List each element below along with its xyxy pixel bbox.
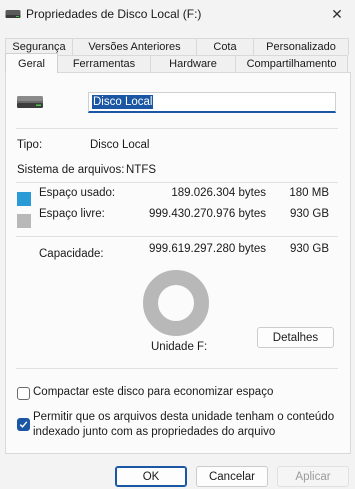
capacity-size: 930 GB: [290, 243, 329, 255]
details-button-label: Detalhes: [272, 331, 319, 344]
tab-hardware[interactable]: Hardware: [150, 55, 236, 72]
drive-letter-label: Unidade F:: [151, 341, 208, 353]
tab-versoes-anteriores[interactable]: Versões Anteriores: [72, 38, 197, 55]
tab-label: Compartilhamento: [246, 58, 337, 70]
drive-name-text: Disco Local: [92, 95, 154, 109]
tab-label: Personalizado: [266, 41, 336, 53]
separator: [16, 128, 338, 129]
checkmark-icon: [19, 421, 28, 428]
tabs-row-2: Geral Ferramentas Hardware Compartilhame…: [5, 53, 348, 73]
tab-geral[interactable]: Geral: [5, 53, 58, 73]
compress-checkbox[interactable]: [17, 387, 30, 400]
hard-drive-icon: [17, 96, 43, 108]
index-label-line2: indexado junto com as propriedades do ar…: [33, 426, 276, 438]
apply-button[interactable]: Aplicar: [277, 466, 349, 487]
tab-label: Cota: [213, 41, 237, 53]
tab-label: Hardware: [169, 58, 217, 70]
used-swatch: [17, 192, 31, 206]
tab-label: Versões Anteriores: [88, 41, 181, 53]
used-size: 180 MB: [289, 187, 329, 199]
title-bar: Propriedades de Disco Local (F:) ✕: [0, 0, 355, 30]
compress-label: Compactar este disco para economizar esp…: [33, 386, 274, 398]
separator: [16, 368, 338, 369]
cancel-button[interactable]: Cancelar: [196, 466, 268, 487]
capacity-bytes: 999.619.297.280 bytes: [148, 243, 266, 255]
tab-personalizado[interactable]: Personalizado: [253, 38, 349, 55]
drive-name-input[interactable]: Disco Local: [88, 92, 336, 113]
ok-button[interactable]: OK: [115, 466, 187, 487]
free-size: 930 GB: [290, 208, 329, 220]
index-checkbox[interactable]: [17, 418, 30, 431]
capacity-label: Capacidade:: [39, 248, 104, 260]
tab-label: Ferramentas: [72, 58, 136, 70]
index-label-line1: Permitir que os arquivos desta unidade t…: [33, 411, 335, 423]
apply-button-label: Aplicar: [295, 470, 331, 483]
free-bytes: 999.430.270.976 bytes: [148, 208, 266, 220]
disk-usage-donut: [143, 270, 209, 336]
ok-button-label: OK: [142, 470, 160, 483]
used-bytes: 189.026.304 bytes: [171, 187, 266, 199]
close-icon: ✕: [331, 5, 343, 22]
separator: [16, 182, 338, 183]
close-button[interactable]: ✕: [319, 0, 355, 28]
cancel-button-label: Cancelar: [208, 470, 256, 483]
filesystem-value: NTFS: [126, 164, 157, 176]
details-button[interactable]: Detalhes: [257, 327, 334, 348]
free-swatch: [17, 214, 31, 228]
tab-compartilhamento[interactable]: Compartilhamento: [235, 55, 348, 72]
used-label: Espaço usado:: [39, 187, 116, 199]
free-label: Espaço livre:: [39, 208, 105, 220]
type-value: Disco Local: [90, 139, 150, 151]
separator: [16, 236, 338, 237]
tab-ferramentas[interactable]: Ferramentas: [57, 55, 151, 72]
type-label: Tipo:: [17, 139, 43, 151]
window-title: Propriedades de Disco Local (F:): [26, 7, 202, 21]
tab-cota[interactable]: Cota: [196, 38, 254, 55]
filesystem-label: Sistema de arquivos:: [17, 164, 125, 176]
tab-label: Geral: [18, 57, 45, 70]
tab-label: Segurança: [12, 41, 66, 53]
drive-icon: [5, 10, 21, 18]
